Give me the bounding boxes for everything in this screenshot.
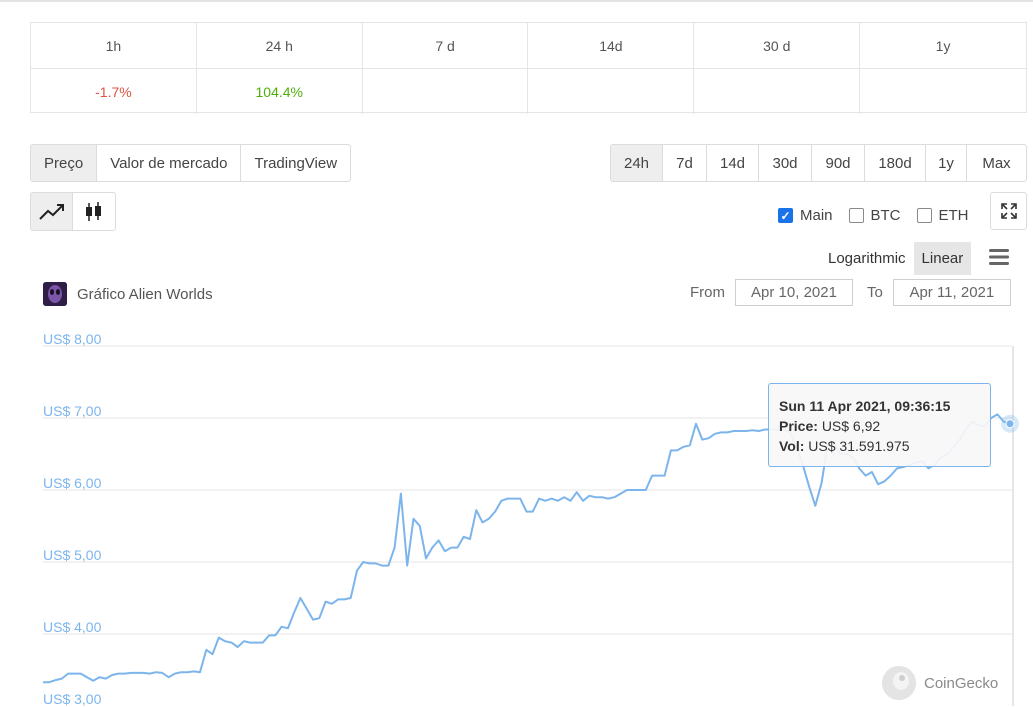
hover-marker <box>1005 419 1015 429</box>
change-header-7d: 7 d <box>362 23 529 69</box>
checkbox-icon[interactable] <box>848 208 864 223</box>
overlay-checkboxes: ✓ Main BTC ETH <box>778 207 969 224</box>
chart-title-text: Gráfico Alien Worlds <box>77 285 213 303</box>
overlay-btc[interactable]: BTC <box>848 207 901 224</box>
line-chart-icon <box>38 203 64 220</box>
change-header-30d: 30 d <box>694 23 861 69</box>
expand-icon <box>1000 203 1017 219</box>
alien-worlds-logo-icon <box>43 282 67 306</box>
to-date-input[interactable]: Apr 11, 2021 <box>892 279 1011 306</box>
change-header-1h: 1h <box>31 23 197 69</box>
range-180d-button[interactable]: 180d <box>865 145 926 181</box>
chart-title: Gráfico Alien Worlds <box>43 282 213 306</box>
change-header-14d: 14d <box>528 23 695 69</box>
top-divider <box>0 0 1033 2</box>
change-value-24h: 104.4% <box>197 69 363 114</box>
y-tick-label: US$ 8,00 <box>43 331 102 347</box>
to-label: To <box>867 284 883 301</box>
change-value-14d <box>528 69 695 114</box>
scale-toggle: Logarithmic Linear <box>820 242 972 275</box>
scale-logarithmic-button[interactable]: Logarithmic <box>820 242 914 275</box>
tooltip-price-label: Price: <box>779 418 818 434</box>
time-range-tabs: 24h 7d 14d 30d 90d 180d 1y Max <box>610 144 1027 182</box>
range-7d-button[interactable]: 7d <box>663 145 707 181</box>
range-14d-button[interactable]: 14d <box>707 145 759 181</box>
hamburger-menu-icon[interactable] <box>988 248 1010 266</box>
overlay-eth[interactable]: ETH <box>916 207 969 224</box>
tooltip-date: Sun 11 Apr 2021, 09:36:15 <box>779 398 951 414</box>
tooltip-vol-value: US$ 31.591.975 <box>808 438 910 454</box>
coingecko-label: CoinGecko <box>924 674 999 692</box>
y-tick-label: US$ 4,00 <box>43 619 102 635</box>
range-1y-button[interactable]: 1y <box>926 145 967 181</box>
range-30d-button[interactable]: 30d <box>759 145 812 181</box>
overlay-main-label: Main <box>800 207 833 224</box>
overlay-eth-label: ETH <box>938 207 969 224</box>
chart-tooltip: Sun 11 Apr 2021, 09:36:15 Price: US$ 6,9… <box>768 383 991 467</box>
y-tick-label: US$ 5,00 <box>43 547 102 563</box>
change-value-1h: -1.7% <box>31 69 197 114</box>
from-date-input[interactable]: Apr 10, 2021 <box>735 279 853 306</box>
line-chart-button[interactable] <box>31 193 73 230</box>
checkbox-icon[interactable] <box>916 208 932 223</box>
range-90d-button[interactable]: 90d <box>812 145 865 181</box>
price-change-table: 1h 24 h 7 d 14d 30 d 1y -1.7% 104.4% <box>30 22 1027 114</box>
change-header-1y: 1y <box>860 23 1026 69</box>
fullscreen-button[interactable] <box>990 192 1027 230</box>
tooltip-price-value: US$ 6,92 <box>821 418 881 434</box>
tooltip-vol-label: Vol: <box>779 438 805 454</box>
view-tabs: Preço Valor de mercado TradingView <box>30 144 352 182</box>
from-label: From <box>690 284 725 301</box>
tab-price[interactable]: Preço <box>31 145 98 181</box>
checkbox-checked-icon[interactable]: ✓ <box>778 208 793 223</box>
y-tick-label: US$ 6,00 <box>43 475 102 491</box>
candlestick-chart-button[interactable] <box>73 193 115 230</box>
tab-tradingview[interactable]: TradingView <box>241 145 350 181</box>
y-tick-label: US$ 3,00 <box>43 691 102 707</box>
coingecko-logo-icon <box>882 666 916 700</box>
change-value-1y <box>860 69 1026 114</box>
change-header-24h: 24 h <box>196 23 363 69</box>
candlestick-icon <box>86 201 101 221</box>
tab-market-cap[interactable]: Valor de mercado <box>97 145 242 181</box>
range-max-button[interactable]: Max <box>967 145 1026 181</box>
chart-type-tabs <box>30 192 116 231</box>
y-tick-label: US$ 7,00 <box>43 403 102 419</box>
scale-linear-button[interactable]: Linear <box>913 242 972 275</box>
change-value-30d <box>694 69 861 114</box>
range-24h-button[interactable]: 24h <box>611 145 663 181</box>
change-value-7d <box>363 69 529 114</box>
overlay-main[interactable]: ✓ Main <box>778 207 833 224</box>
coingecko-watermark: CoinGecko <box>882 666 998 700</box>
date-range: From Apr 10, 2021 To Apr 11, 2021 <box>690 279 1025 306</box>
overlay-btc-label: BTC <box>870 207 901 224</box>
